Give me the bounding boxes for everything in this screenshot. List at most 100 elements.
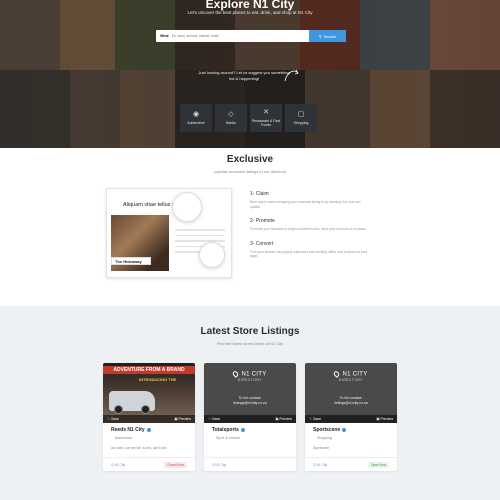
mock-tag: The Hideaway xyxy=(111,257,151,265)
card-action-bar: ♡ Save ▣ Preview xyxy=(204,415,296,423)
step-title: 3- Convert xyxy=(250,240,274,247)
latest-subtitle: Find the latest stores listed at N1 City xyxy=(216,341,284,346)
category-label: Banks xyxy=(226,121,236,125)
category-label: Automotive xyxy=(187,121,205,125)
listing-card[interactable]: N1 CITY DIRECTORY To list contact: listi… xyxy=(305,363,397,471)
search-input[interactable] xyxy=(171,32,302,40)
logo-subtext: DIRECTORY xyxy=(237,377,263,382)
step-title: 2- Promote xyxy=(250,218,275,225)
logo-text: N1 CITY xyxy=(241,371,267,378)
save-button[interactable]: ♡ Save xyxy=(309,417,321,421)
curved-arrow-icon xyxy=(284,69,299,82)
ad-subtitle: INTRODUCING THE xyxy=(139,377,177,382)
logo-subtext: DIRECTORY xyxy=(338,377,364,382)
listing-tags: Sportscene xyxy=(313,446,330,450)
exclusive-subtitle: popular exclusive listings in our direct… xyxy=(214,169,286,174)
claim-email: listings@n1city.co.za xyxy=(233,400,267,405)
pin-icon xyxy=(232,370,240,378)
search-label: What xyxy=(160,34,169,38)
shopping-bag-icon: ▢ xyxy=(297,111,305,118)
step-convert: 3- Convert Turn your visitors into payin… xyxy=(250,241,370,259)
status-badge: Closed Now xyxy=(163,461,187,468)
bank-icon: ◇ xyxy=(228,111,234,118)
listing-card[interactable]: ADVENTURE FROM A BRAND INTRODUCING THE ♡… xyxy=(103,363,195,471)
latest-title: Latest Store Listings xyxy=(200,326,300,337)
category-shopping[interactable]: ▢ Shopping xyxy=(285,104,317,132)
directory-logo: N1 CITY DIRECTORY To list contact: listi… xyxy=(204,370,296,406)
vehicle-image xyxy=(109,391,155,414)
preview-label: Preview xyxy=(178,417,191,421)
save-label: Save xyxy=(212,417,221,421)
listing-name-text: Totalsports xyxy=(212,427,239,433)
category-banks[interactable]: ◇ Banks xyxy=(215,104,247,132)
mock-zoom-circle xyxy=(172,192,202,222)
listing-name[interactable]: Totalsports xyxy=(212,427,245,433)
step-text: Best way to start managing your business… xyxy=(250,200,361,209)
location-text: N1 City xyxy=(215,462,227,467)
claim-text: To list contact: listings@n1city.co.za xyxy=(204,396,296,406)
preview-button[interactable]: ▣ Preview xyxy=(376,417,393,421)
verified-icon xyxy=(342,428,347,432)
step-promote: 2- Promote Promote your business to targ… xyxy=(250,218,370,232)
save-button[interactable]: ♡ Save xyxy=(208,417,220,421)
card-action-bar: ♡ Save ▣ Preview xyxy=(305,415,397,423)
status-badge: Open Now xyxy=(367,461,389,468)
card-action-bar: ♡ Save ▣ Preview xyxy=(103,415,195,423)
save-button[interactable]: ♡ Save xyxy=(107,417,119,421)
step-title: 1- Claim xyxy=(250,191,269,197)
listing-location: ⚲ N1 City xyxy=(212,462,227,467)
listing-category: Sport & Leisure xyxy=(216,436,241,440)
preview-button[interactable]: ▣ Preview xyxy=(275,417,292,421)
steps-list: 1- Claim Best way to start managing your… xyxy=(250,191,370,268)
preview-label: Preview xyxy=(279,417,292,421)
listing-location: ⚲ N1 City xyxy=(313,462,328,467)
listing-footer: ⚲ N1 City xyxy=(204,457,296,471)
directory-logo: N1 CITY DIRECTORY To list contact: listi… xyxy=(305,370,397,406)
listing-image[interactable]: N1 CITY DIRECTORY To list contact: listi… xyxy=(305,363,397,423)
car-icon: ◉ xyxy=(192,111,200,118)
preview-label: Preview xyxy=(380,417,393,421)
listing-name-text: Sportscene xyxy=(313,427,341,433)
ad-banner: ADVENTURE FROM A BRAND xyxy=(103,366,195,374)
category-list: ◉ Automotive ◇ Banks ✕ Restaurant & Fast… xyxy=(180,104,317,132)
hero-subtitle: Let's uncover the best places to eat, dr… xyxy=(187,10,313,15)
search-icon: ⚲ xyxy=(318,33,322,39)
save-label: Save xyxy=(313,417,322,421)
cutlery-icon: ✕ xyxy=(263,109,269,116)
category-label: Restaurant & Fast Foods xyxy=(251,119,281,127)
listing-name[interactable]: Sportscene xyxy=(313,427,347,433)
category-automotive[interactable]: ◉ Automotive xyxy=(180,104,212,132)
location-text: N1 City xyxy=(316,462,328,467)
listing-category: Automotive xyxy=(115,436,133,440)
listing-image[interactable]: ADVENTURE FROM A BRAND INTRODUCING THE ♡… xyxy=(103,363,195,423)
verified-icon xyxy=(240,428,245,432)
mock-zoom-circle xyxy=(199,242,225,268)
step-text: Promote your business to target customer… xyxy=(250,227,367,232)
category-restaurant[interactable]: ✕ Restaurant & Fast Foods xyxy=(250,104,282,132)
listing-name-text: Reeds N1 City xyxy=(111,427,145,433)
claim-text: To list contact: listings@n1city.co.za xyxy=(305,396,397,406)
category-label: Shopping xyxy=(293,121,309,125)
hero-section: Explore N1 City Let's uncover the best p… xyxy=(0,0,500,148)
listing-footer: ⚲ N1 City Open Now xyxy=(305,457,397,471)
listing-category: Shopping xyxy=(317,436,332,440)
step-claim: 1- Claim Best way to start managing your… xyxy=(250,191,370,209)
exclusive-title: Exclusive xyxy=(226,154,274,165)
search-button-label: Search xyxy=(323,33,337,39)
listing-tags: car sales, car service, luxury, used car… xyxy=(111,446,167,450)
search-button[interactable]: ⚲ Search xyxy=(309,30,346,42)
step-text: Turn your visitors into paying customers… xyxy=(250,249,368,259)
location-text: N1 City xyxy=(114,462,126,467)
listing-mockup-image: Aliquam vitae tellus nunc The Hideaway xyxy=(106,188,238,284)
save-label: Save xyxy=(111,417,120,421)
listing-location: ⚲ N1 City xyxy=(111,462,126,467)
listing-footer: ⚲ N1 City Closed Now xyxy=(103,457,195,471)
listing-card[interactable]: N1 CITY DIRECTORY To list contact: listi… xyxy=(204,363,296,471)
preview-button[interactable]: ▣ Preview xyxy=(174,417,191,421)
listing-image[interactable]: N1 CITY DIRECTORY To list contact: listi… xyxy=(204,363,296,423)
hero-note: Just looking around? Let us suggest you … xyxy=(198,70,290,81)
listing-name[interactable]: Reeds N1 City xyxy=(111,427,151,433)
claim-email: listings@n1city.co.za xyxy=(334,400,368,405)
logo-text: N1 CITY xyxy=(342,371,368,378)
verified-icon xyxy=(146,428,151,432)
